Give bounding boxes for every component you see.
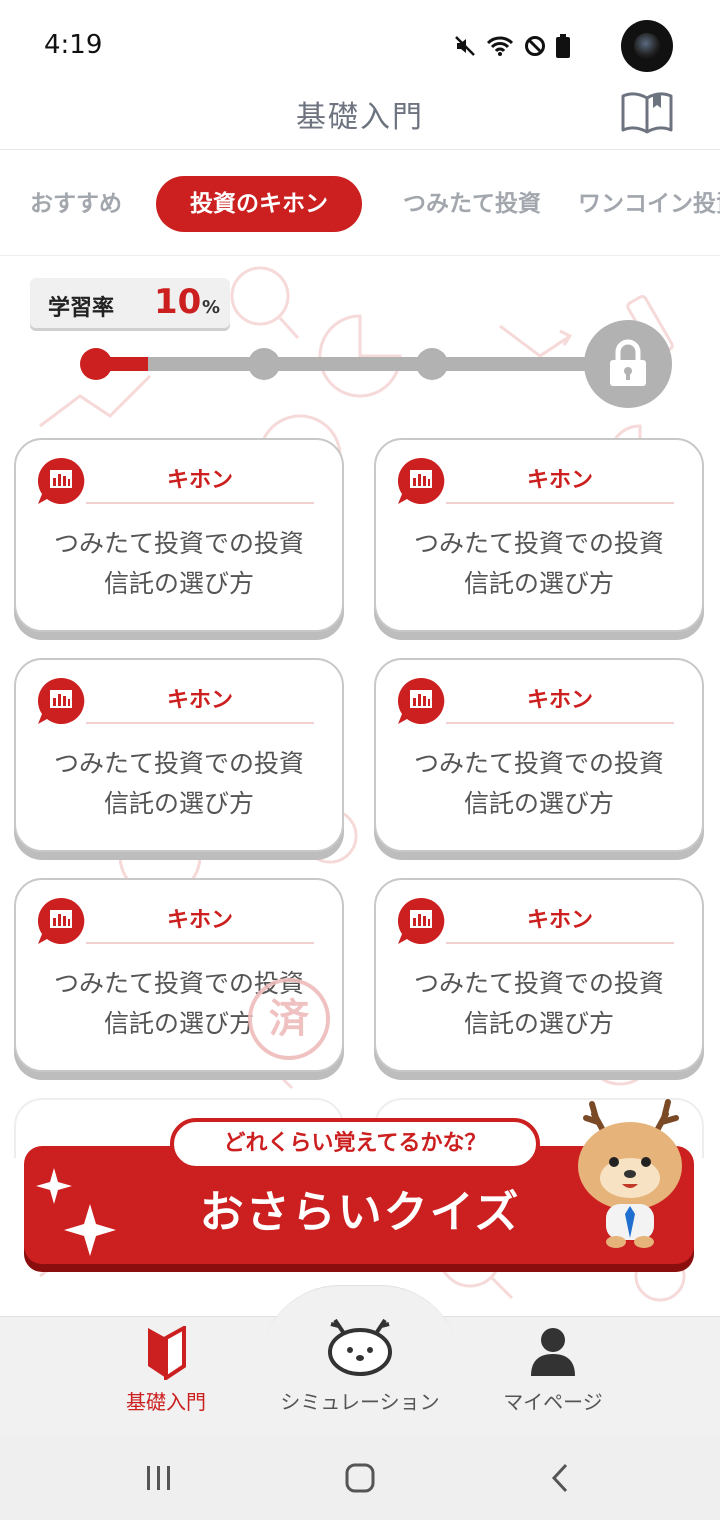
lesson-card[interactable]: キホン つみたて投資での投資 信託の選び方 済 xyxy=(14,878,344,1072)
learning-rate-value: 10 xyxy=(154,282,202,322)
app-header: 基礎入門 xyxy=(0,90,720,150)
deer-mascot-icon xyxy=(328,1318,392,1376)
lesson-title: つみたて投資での投資 信託の選び方 xyxy=(386,964,692,1044)
lesson-title-line1: つみたて投資での投資 xyxy=(53,749,304,778)
lesson-card[interactable]: キホン つみたて投資での投資 信託の選び方 xyxy=(374,878,704,1072)
lesson-card[interactable]: キホン つみたて投資での投資 信託の選び方 xyxy=(14,658,344,852)
chart-bubble-icon xyxy=(37,677,85,724)
lesson-tag: キホン xyxy=(446,682,674,724)
nav-label-basics: 基礎入門 xyxy=(126,1390,206,1414)
do-not-disturb-icon xyxy=(525,36,545,56)
nav-item-basics[interactable]: 基礎入門 xyxy=(66,1326,266,1414)
tab-one-coin[interactable]: ワンコイン投資 xyxy=(578,176,720,232)
mute-icon xyxy=(455,36,475,56)
chart-bubble-icon xyxy=(37,457,85,504)
lesson-tag: キホン xyxy=(86,462,314,504)
wifi-icon xyxy=(486,36,514,56)
progress-step-2 xyxy=(248,348,280,380)
lesson-title-line2: 信託の選び方 xyxy=(463,569,614,598)
lesson-title: つみたて投資での投資 信託の選び方 xyxy=(386,744,692,824)
progress-step-1 xyxy=(80,348,112,380)
lesson-title-line2: 信託の選び方 xyxy=(103,789,254,818)
lesson-title-line1: つみたて投資での投資 xyxy=(53,529,304,558)
camera-cutout xyxy=(621,20,673,72)
lock-icon xyxy=(610,339,646,386)
lesson-card[interactable]: キホン つみたて投資での投資 信託の選び方 xyxy=(374,438,704,632)
nav-label-mypage: マイページ xyxy=(503,1390,603,1414)
chart-bubble-icon xyxy=(397,457,445,504)
quiz-subtitle: どれくらい覚えてるかな？ xyxy=(170,1118,540,1170)
battery-icon xyxy=(556,34,570,58)
lesson-title-line2: 信託の選び方 xyxy=(463,789,614,818)
page-title: 基礎入門 xyxy=(296,100,424,135)
home-icon[interactable] xyxy=(344,1462,376,1494)
status-icons xyxy=(454,34,570,58)
tab-tsumitate[interactable]: つみたて投資 xyxy=(403,176,541,232)
beginner-mark-icon xyxy=(148,1326,186,1380)
completed-stamp: 済 xyxy=(248,978,330,1060)
chart-bubble-icon xyxy=(37,897,85,944)
nav-item-mypage[interactable]: マイページ xyxy=(453,1326,653,1414)
tab-investment-basics[interactable]: 投資のキホン xyxy=(156,176,362,232)
person-icon xyxy=(531,1328,575,1376)
lesson-title-line2: 信託の選び方 xyxy=(463,1009,614,1038)
lesson-tag: キホン xyxy=(446,462,674,504)
chart-bubble-icon xyxy=(397,897,445,944)
lesson-tag: キホン xyxy=(446,902,674,944)
status-bar: 4:19 xyxy=(0,0,720,90)
sparkle-icon xyxy=(36,1168,116,1256)
status-time: 4:19 xyxy=(44,30,103,60)
lesson-title: つみたて投資での投資 信託の選び方 xyxy=(26,744,332,824)
deer-mascot-icon xyxy=(578,1099,682,1248)
progress-step-3 xyxy=(416,348,448,380)
learning-rate-unit: % xyxy=(202,297,221,318)
system-navigation-bar xyxy=(0,1436,720,1520)
lesson-tag: キホン xyxy=(86,682,314,724)
lesson-title-line1: つみたて投資での投資 xyxy=(413,529,664,558)
nav-label-simulation: シミュレーション xyxy=(280,1390,440,1414)
learning-rate-badge: 学習率 10 % xyxy=(30,278,230,328)
tab-recommended[interactable]: おすすめ xyxy=(30,176,122,232)
recent-apps-icon[interactable] xyxy=(144,1464,174,1492)
lesson-title-line1: つみたて投資での投資 xyxy=(413,749,664,778)
learning-rate-label: 学習率 xyxy=(48,296,115,321)
lesson-tag: キホン xyxy=(86,902,314,944)
lesson-card[interactable]: キホン つみたて投資での投資 信託の選び方 xyxy=(14,438,344,632)
lesson-title: つみたて投資での投資 信託の選び方 xyxy=(386,524,692,604)
quiz-title: おさらいクイズ xyxy=(199,1187,521,1238)
nav-item-simulation[interactable]: シミュレーション xyxy=(260,1318,460,1414)
lesson-title: つみたて投資での投資 信託の選び方 xyxy=(26,524,332,604)
lesson-card[interactable]: キホン つみたて投資での投資 信託の選び方 xyxy=(374,658,704,852)
back-icon[interactable] xyxy=(548,1462,572,1494)
book-icon[interactable] xyxy=(620,90,674,136)
lesson-title-line2: 信託の選び方 xyxy=(103,569,254,598)
chart-bubble-icon xyxy=(397,677,445,724)
category-tabs: おすすめ 投資のキホン つみたて投資 ワンコイン投資 xyxy=(0,150,720,256)
lesson-title-line1: つみたて投資での投資 xyxy=(413,969,664,998)
progress-goal-locked xyxy=(584,320,672,408)
progress-track xyxy=(96,357,616,371)
